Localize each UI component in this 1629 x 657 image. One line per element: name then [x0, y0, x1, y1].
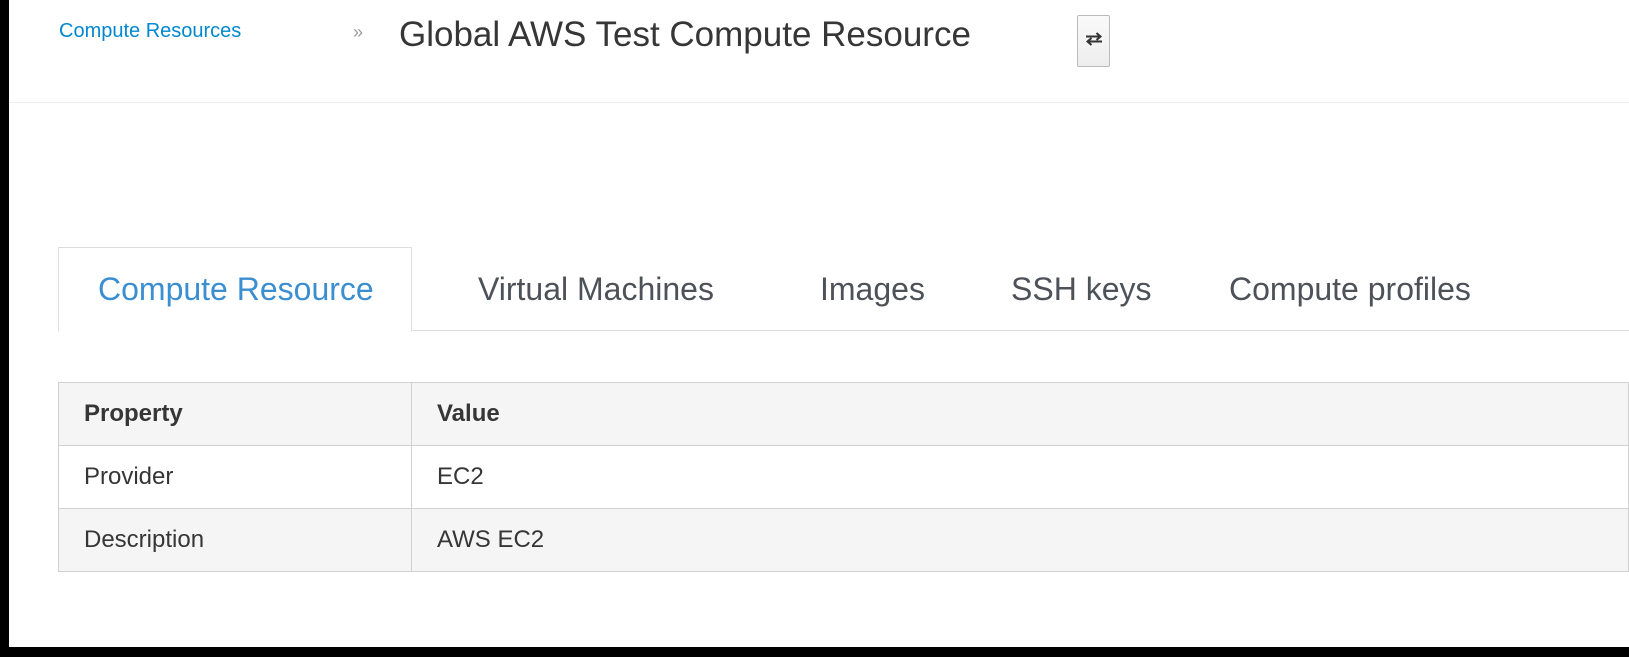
property-cell: Provider: [58, 445, 412, 509]
resource-switcher-button[interactable]: [1077, 15, 1110, 67]
value-cell: EC2: [411, 445, 1629, 509]
page-frame: Compute Resources » Global AWS Test Comp…: [9, 0, 1629, 647]
table-row: Description AWS EC2: [58, 508, 1629, 572]
tab-bar: Compute Resource Virtual Machines Images…: [58, 247, 1629, 332]
page-header: Compute Resources » Global AWS Test Comp…: [9, 0, 1629, 103]
properties-table: Property Value Provider EC2 Description …: [58, 382, 1629, 572]
tab-ssh-keys[interactable]: SSH keys: [1011, 247, 1151, 331]
table-row: Provider EC2: [58, 445, 1629, 509]
property-cell: Description: [58, 508, 412, 572]
tab-virtual-machines[interactable]: Virtual Machines: [478, 247, 714, 331]
tab-compute-resource[interactable]: Compute Resource: [58, 247, 412, 332]
table-header-row: Property Value: [58, 382, 1629, 446]
column-header-value: Value: [411, 382, 1629, 446]
tab-images[interactable]: Images: [820, 247, 925, 331]
value-cell: AWS EC2: [411, 508, 1629, 572]
breadcrumb-compute-resources-link[interactable]: Compute Resources: [59, 20, 241, 43]
exchange-icon: [1085, 31, 1103, 51]
breadcrumb-separator: »: [353, 22, 364, 42]
page-title: Global AWS Test Compute Resource: [399, 15, 971, 54]
tab-compute-profiles[interactable]: Compute profiles: [1229, 247, 1471, 331]
column-header-property: Property: [58, 382, 412, 446]
